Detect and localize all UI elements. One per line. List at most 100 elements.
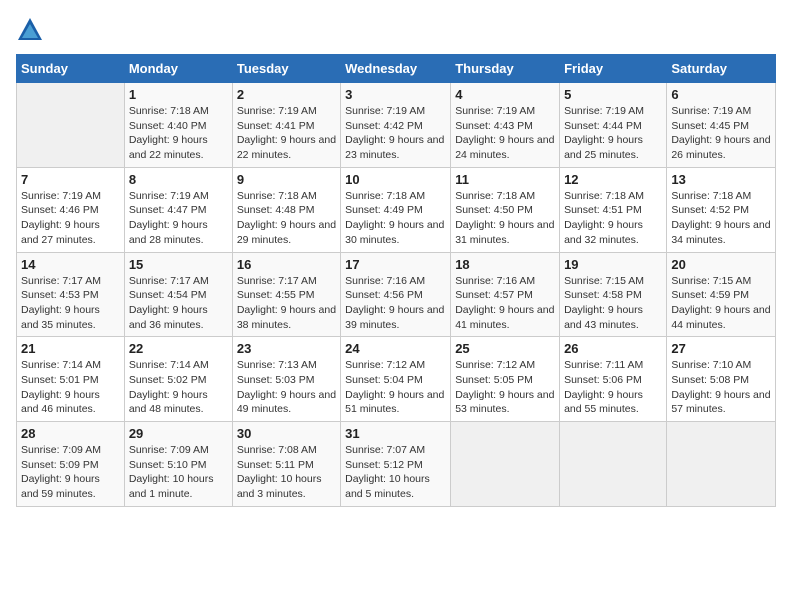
- day-cell: 8 Sunrise: 7:19 AM Sunset: 4:47 PM Dayli…: [124, 167, 232, 252]
- weekday-header-thursday: Thursday: [451, 55, 560, 83]
- sunrise-label: Sunrise: 7:19 AM: [21, 190, 101, 202]
- sunset-label: Sunset: 4:49 PM: [345, 204, 423, 216]
- daylight-label: Daylight: 9 hours and 29 minutes.: [237, 219, 336, 246]
- sunset-label: Sunset: 4:59 PM: [671, 289, 749, 301]
- day-number: 22: [129, 341, 228, 356]
- sunset-label: Sunset: 5:01 PM: [21, 374, 99, 386]
- daylight-label: Daylight: 9 hours and 46 minutes.: [21, 389, 100, 416]
- day-cell: 6 Sunrise: 7:19 AM Sunset: 4:45 PM Dayli…: [667, 83, 776, 168]
- sunset-label: Sunset: 4:46 PM: [21, 204, 99, 216]
- day-info: Sunrise: 7:09 AM Sunset: 5:10 PM Dayligh…: [129, 443, 228, 502]
- day-info: Sunrise: 7:15 AM Sunset: 4:59 PM Dayligh…: [671, 274, 771, 333]
- sunrise-label: Sunrise: 7:17 AM: [129, 275, 209, 287]
- daylight-label: Daylight: 9 hours and 34 minutes.: [671, 219, 770, 246]
- daylight-label: Daylight: 9 hours and 24 minutes.: [455, 134, 554, 161]
- day-number: 9: [237, 172, 336, 187]
- day-cell: 12 Sunrise: 7:18 AM Sunset: 4:51 PM Dayl…: [560, 167, 667, 252]
- sunset-label: Sunset: 4:50 PM: [455, 204, 533, 216]
- week-row-3: 14 Sunrise: 7:17 AM Sunset: 4:53 PM Dayl…: [17, 252, 776, 337]
- day-number: 24: [345, 341, 446, 356]
- weekday-header-row: SundayMondayTuesdayWednesdayThursdayFrid…: [17, 55, 776, 83]
- page-header: [16, 16, 776, 44]
- day-info: Sunrise: 7:17 AM Sunset: 4:55 PM Dayligh…: [237, 274, 336, 333]
- day-cell: 25 Sunrise: 7:12 AM Sunset: 5:05 PM Dayl…: [451, 337, 560, 422]
- sunset-label: Sunset: 5:02 PM: [129, 374, 207, 386]
- sunrise-label: Sunrise: 7:19 AM: [671, 105, 751, 117]
- daylight-label: Daylight: 9 hours and 28 minutes.: [129, 219, 208, 246]
- day-info: Sunrise: 7:17 AM Sunset: 4:53 PM Dayligh…: [21, 274, 120, 333]
- day-number: 6: [671, 87, 771, 102]
- day-number: 5: [564, 87, 662, 102]
- daylight-label: Daylight: 9 hours and 38 minutes.: [237, 304, 336, 331]
- sunset-label: Sunset: 4:45 PM: [671, 120, 749, 132]
- daylight-label: Daylight: 9 hours and 23 minutes.: [345, 134, 444, 161]
- day-info: Sunrise: 7:17 AM Sunset: 4:54 PM Dayligh…: [129, 274, 228, 333]
- calendar-table: SundayMondayTuesdayWednesdayThursdayFrid…: [16, 54, 776, 507]
- sunset-label: Sunset: 4:47 PM: [129, 204, 207, 216]
- sunset-label: Sunset: 5:12 PM: [345, 459, 423, 471]
- day-number: 29: [129, 426, 228, 441]
- day-number: 4: [455, 87, 555, 102]
- daylight-label: Daylight: 9 hours and 53 minutes.: [455, 389, 554, 416]
- day-info: Sunrise: 7:09 AM Sunset: 5:09 PM Dayligh…: [21, 443, 120, 502]
- sunrise-label: Sunrise: 7:12 AM: [455, 359, 535, 371]
- day-number: 27: [671, 341, 771, 356]
- weekday-header-saturday: Saturday: [667, 55, 776, 83]
- daylight-label: Daylight: 9 hours and 48 minutes.: [129, 389, 208, 416]
- sunrise-label: Sunrise: 7:18 AM: [564, 190, 644, 202]
- sunset-label: Sunset: 4:44 PM: [564, 120, 642, 132]
- sunset-label: Sunset: 4:58 PM: [564, 289, 642, 301]
- sunset-label: Sunset: 4:41 PM: [237, 120, 315, 132]
- daylight-label: Daylight: 9 hours and 35 minutes.: [21, 304, 100, 331]
- sunset-label: Sunset: 5:04 PM: [345, 374, 423, 386]
- daylight-label: Daylight: 9 hours and 31 minutes.: [455, 219, 554, 246]
- weekday-header-wednesday: Wednesday: [341, 55, 451, 83]
- sunset-label: Sunset: 4:54 PM: [129, 289, 207, 301]
- day-cell: 1 Sunrise: 7:18 AM Sunset: 4:40 PM Dayli…: [124, 83, 232, 168]
- day-number: 8: [129, 172, 228, 187]
- sunrise-label: Sunrise: 7:09 AM: [21, 444, 101, 456]
- day-cell: 11 Sunrise: 7:18 AM Sunset: 4:50 PM Dayl…: [451, 167, 560, 252]
- day-info: Sunrise: 7:19 AM Sunset: 4:42 PM Dayligh…: [345, 104, 446, 163]
- day-number: 20: [671, 257, 771, 272]
- day-info: Sunrise: 7:07 AM Sunset: 5:12 PM Dayligh…: [345, 443, 446, 502]
- sunrise-label: Sunrise: 7:17 AM: [237, 275, 317, 287]
- logo-icon: [16, 16, 44, 44]
- weekday-header-tuesday: Tuesday: [232, 55, 340, 83]
- day-info: Sunrise: 7:18 AM Sunset: 4:48 PM Dayligh…: [237, 189, 336, 248]
- day-number: 11: [455, 172, 555, 187]
- daylight-label: Daylight: 10 hours and 5 minutes.: [345, 473, 430, 500]
- day-info: Sunrise: 7:14 AM Sunset: 5:02 PM Dayligh…: [129, 358, 228, 417]
- day-cell: [451, 422, 560, 507]
- sunrise-label: Sunrise: 7:15 AM: [671, 275, 751, 287]
- daylight-label: Daylight: 9 hours and 30 minutes.: [345, 219, 444, 246]
- calendar-body: 1 Sunrise: 7:18 AM Sunset: 4:40 PM Dayli…: [17, 83, 776, 507]
- day-info: Sunrise: 7:12 AM Sunset: 5:05 PM Dayligh…: [455, 358, 555, 417]
- day-number: 25: [455, 341, 555, 356]
- day-cell: 29 Sunrise: 7:09 AM Sunset: 5:10 PM Dayl…: [124, 422, 232, 507]
- day-info: Sunrise: 7:15 AM Sunset: 4:58 PM Dayligh…: [564, 274, 662, 333]
- day-cell: 3 Sunrise: 7:19 AM Sunset: 4:42 PM Dayli…: [341, 83, 451, 168]
- day-number: 18: [455, 257, 555, 272]
- day-cell: 24 Sunrise: 7:12 AM Sunset: 5:04 PM Dayl…: [341, 337, 451, 422]
- sunrise-label: Sunrise: 7:09 AM: [129, 444, 209, 456]
- sunset-label: Sunset: 4:40 PM: [129, 120, 207, 132]
- day-cell: 27 Sunrise: 7:10 AM Sunset: 5:08 PM Dayl…: [667, 337, 776, 422]
- day-cell: 9 Sunrise: 7:18 AM Sunset: 4:48 PM Dayli…: [232, 167, 340, 252]
- daylight-label: Daylight: 9 hours and 59 minutes.: [21, 473, 100, 500]
- sunrise-label: Sunrise: 7:11 AM: [564, 359, 643, 371]
- sunrise-label: Sunrise: 7:12 AM: [345, 359, 425, 371]
- sunrise-label: Sunrise: 7:17 AM: [21, 275, 101, 287]
- day-info: Sunrise: 7:13 AM Sunset: 5:03 PM Dayligh…: [237, 358, 336, 417]
- daylight-label: Daylight: 9 hours and 22 minutes.: [237, 134, 336, 161]
- week-row-5: 28 Sunrise: 7:09 AM Sunset: 5:09 PM Dayl…: [17, 422, 776, 507]
- sunrise-label: Sunrise: 7:18 AM: [129, 105, 209, 117]
- day-number: 3: [345, 87, 446, 102]
- day-number: 21: [21, 341, 120, 356]
- sunrise-label: Sunrise: 7:15 AM: [564, 275, 644, 287]
- day-info: Sunrise: 7:18 AM Sunset: 4:40 PM Dayligh…: [129, 104, 228, 163]
- day-info: Sunrise: 7:19 AM Sunset: 4:47 PM Dayligh…: [129, 189, 228, 248]
- sunrise-label: Sunrise: 7:18 AM: [671, 190, 751, 202]
- day-cell: 20 Sunrise: 7:15 AM Sunset: 4:59 PM Dayl…: [667, 252, 776, 337]
- day-cell: 28 Sunrise: 7:09 AM Sunset: 5:09 PM Dayl…: [17, 422, 125, 507]
